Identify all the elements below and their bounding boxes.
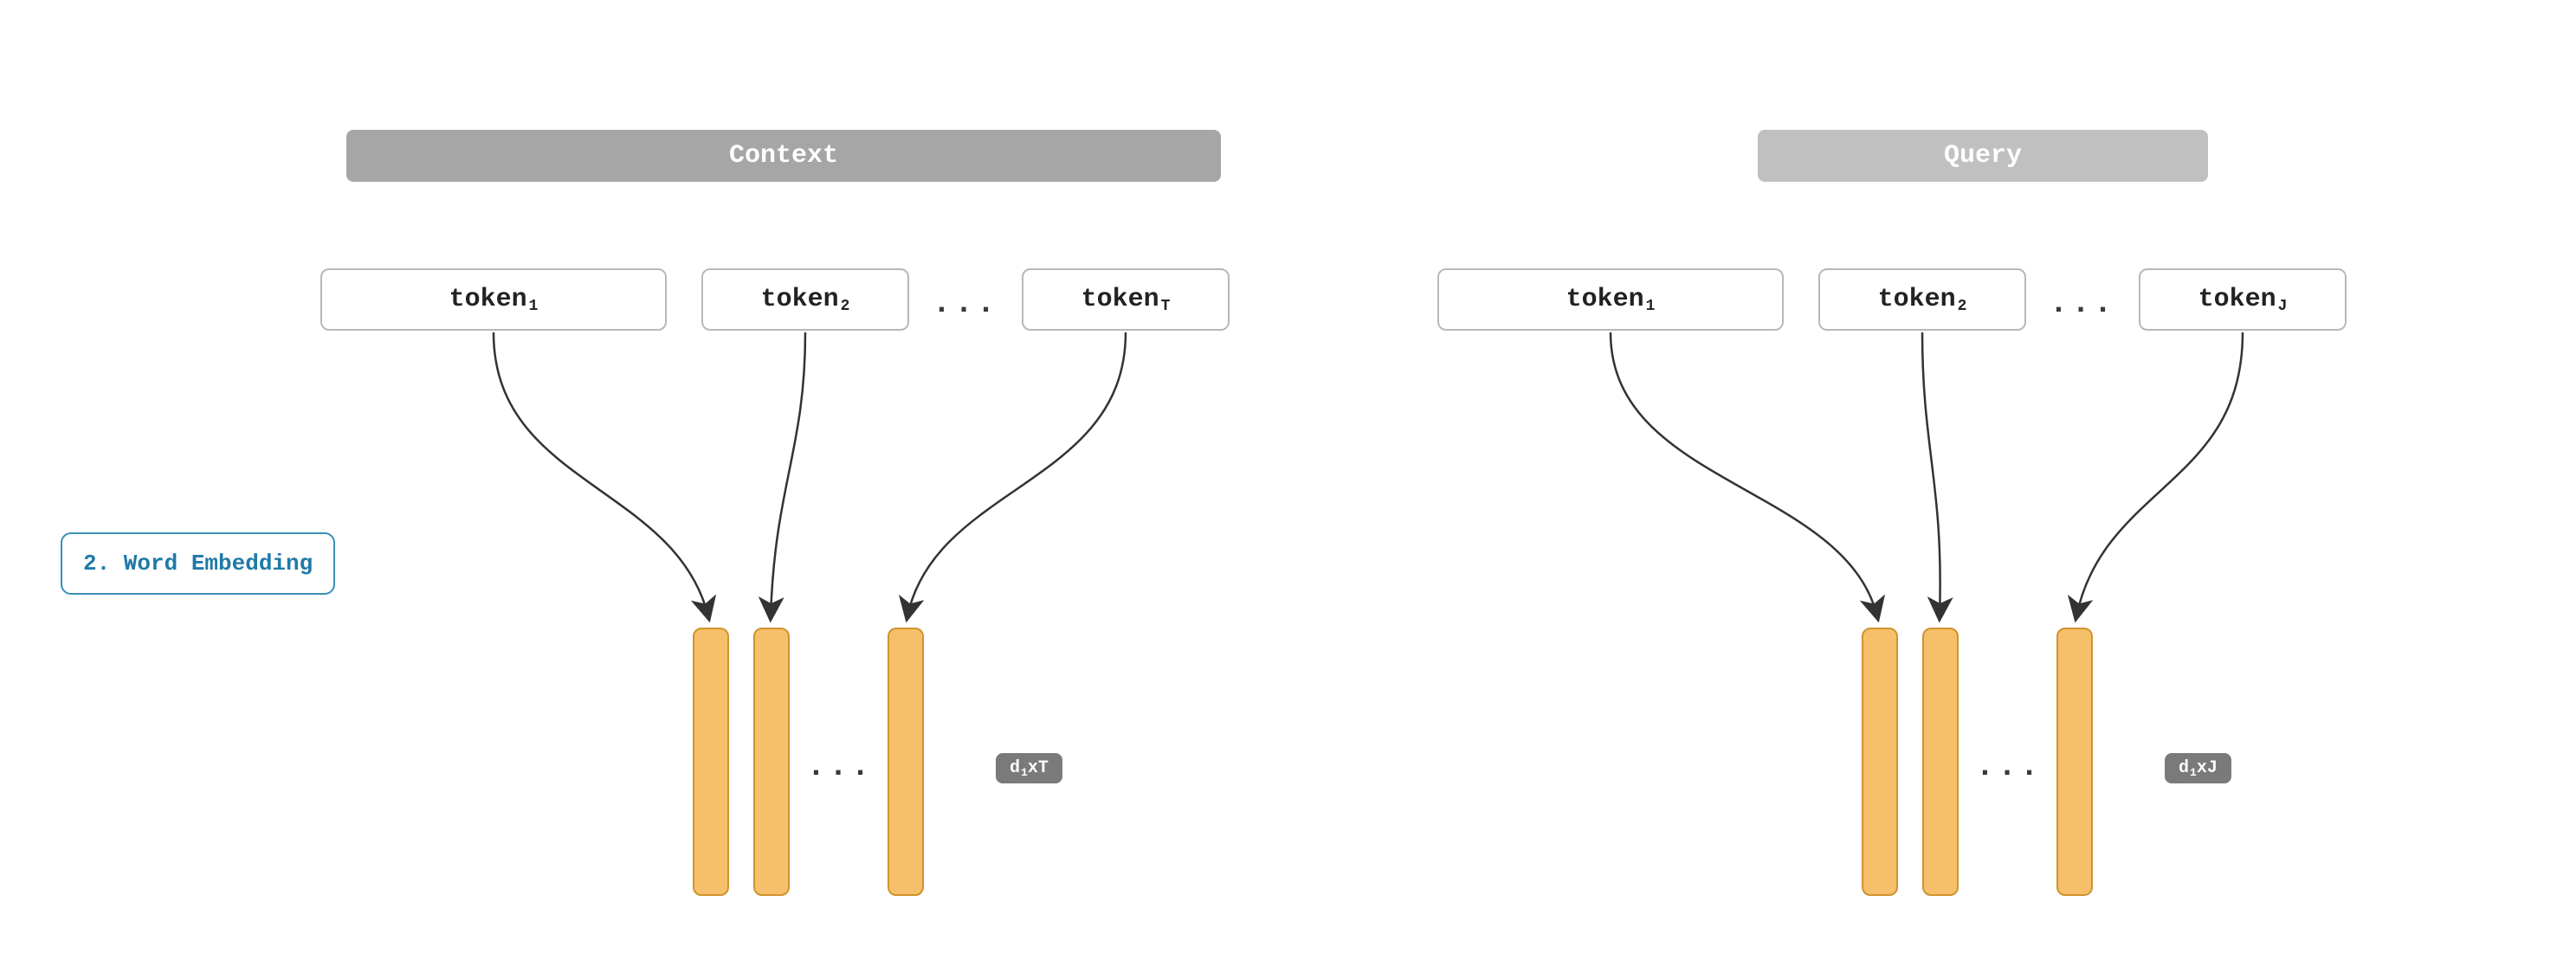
query-arrow-1 xyxy=(1611,332,1877,616)
context-embedding-bar-last xyxy=(888,628,924,896)
query-arrow-3 xyxy=(2076,332,2243,616)
context-token-2: token2 xyxy=(701,268,909,331)
query-token-2-sub: 2 xyxy=(1958,298,1967,315)
context-token-2-label: token xyxy=(761,285,839,314)
context-header: Context xyxy=(346,130,1221,182)
context-dim-d: d xyxy=(1010,758,1020,778)
context-dim-tag: d1 x T xyxy=(996,753,1062,783)
query-token-ellipsis: ... xyxy=(2048,286,2117,321)
query-token-2: token2 xyxy=(1818,268,2026,331)
query-header: Query xyxy=(1758,130,2208,182)
context-token-ellipsis: ... xyxy=(931,286,1000,321)
context-arrow-3 xyxy=(907,332,1126,616)
context-token-1-label: token xyxy=(449,285,527,314)
query-dim-n: J xyxy=(2207,758,2218,778)
context-dim-mult: x xyxy=(1028,758,1038,778)
query-token-1: token1 xyxy=(1437,268,1784,331)
query-embedding-bar-1 xyxy=(1862,628,1898,896)
context-embedding-bar-1 xyxy=(693,628,729,896)
query-arrow-2 xyxy=(1922,332,1940,616)
context-dim-dsub: 1 xyxy=(1021,766,1028,779)
query-embedding-ellipsis: ... xyxy=(1974,749,2043,784)
context-token-1: token1 xyxy=(320,268,667,331)
query-token-1-sub: 1 xyxy=(1646,298,1656,315)
query-embedding-bar-2 xyxy=(1922,628,1959,896)
context-embedding-bar-2 xyxy=(753,628,790,896)
query-token-last-label: token xyxy=(2198,285,2276,314)
context-arrow-2 xyxy=(771,332,805,616)
context-embedding-ellipsis: ... xyxy=(805,749,875,784)
context-token-last-sub: T xyxy=(1161,298,1171,315)
query-token-2-label: token xyxy=(1878,285,1956,314)
query-dim-d: d xyxy=(2179,758,2189,778)
context-token-last: tokenT xyxy=(1022,268,1230,331)
context-token-1-sub: 1 xyxy=(529,298,539,315)
query-dim-mult: x xyxy=(2197,758,2207,778)
query-token-last-sub: J xyxy=(2278,298,2288,315)
query-dim-dsub: 1 xyxy=(2190,766,2197,779)
query-embedding-bar-last xyxy=(2056,628,2093,896)
step-label-word-embedding: 2. Word Embedding xyxy=(61,532,335,595)
context-token-2-sub: 2 xyxy=(841,298,850,315)
query-token-last: tokenJ xyxy=(2139,268,2347,331)
context-arrow-1 xyxy=(494,332,708,616)
query-token-1-label: token xyxy=(1566,285,1644,314)
query-dim-tag: d1 x J xyxy=(2165,753,2231,783)
context-token-last-label: token xyxy=(1081,285,1159,314)
context-dim-n: T xyxy=(1038,758,1049,778)
